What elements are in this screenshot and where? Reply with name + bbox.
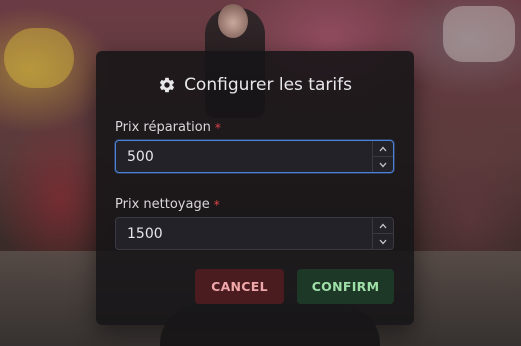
increment-button[interactable] [373,218,393,233]
cancel-button[interactable]: CANCEL [195,269,284,304]
dialog-title: Configurer les tarifs [184,75,352,95]
gear-icon [158,76,176,94]
chevron-down-icon [379,162,387,167]
graffiti-left [4,28,74,88]
repair-price-input[interactable] [116,141,372,172]
cleaning-price-stepper [372,218,393,249]
cleaning-price-label: Prix nettoyage * [115,197,220,212]
dialog-header: Configurer les tarifs [96,73,414,97]
character-head [218,4,248,38]
pricing-dialog: Configurer les tarifs Prix réparation * … [96,51,414,325]
decrement-button[interactable] [373,233,393,249]
required-marker: * [213,197,220,212]
cleaning-price-input[interactable] [116,218,372,249]
repair-price-stepper [372,141,393,172]
cleaning-price-field [115,217,394,250]
chevron-up-icon [379,146,387,151]
chevron-up-icon [379,223,387,228]
graffiti-right [443,6,515,62]
repair-price-label: Prix réparation * [115,120,221,135]
decrement-button[interactable] [373,156,393,172]
repair-price-field [115,140,394,173]
chevron-down-icon [379,239,387,244]
cleaning-price-label-text: Prix nettoyage [115,197,210,212]
required-marker: * [214,120,221,135]
repair-price-label-text: Prix réparation [115,120,211,135]
increment-button[interactable] [373,141,393,156]
confirm-button[interactable]: CONFIRM [297,269,394,304]
